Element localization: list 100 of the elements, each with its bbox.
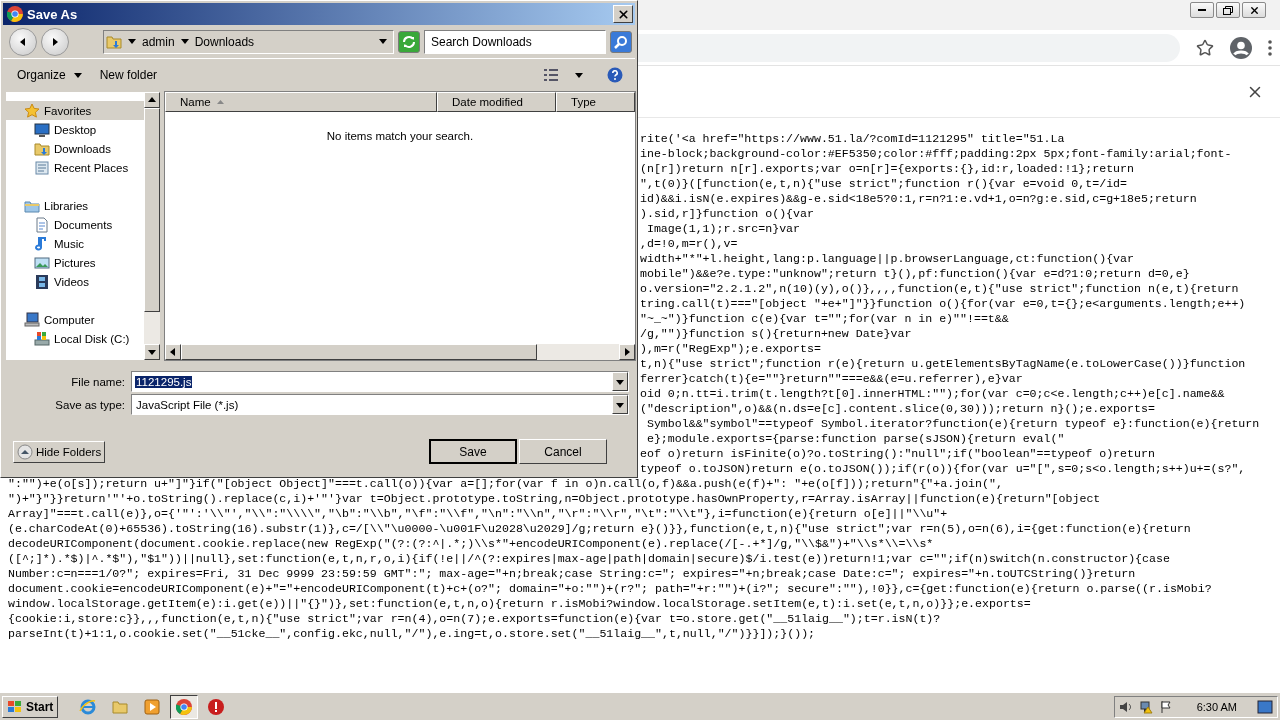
column-header[interactable]: Date modified xyxy=(437,92,556,112)
code-line: Array]"===t.call(e)},o={'"':'\\"',"\\":"\\\\","\b":"\\b","\f":"\\f","\n":"\\n","\r":"\\r","\t":"\\t"},i=function(e){return o[e]||"\\u"+ xyxy=(8,506,948,521)
code-line: e};module.exports={parse:function parse(sJSON){return eval(" xyxy=(645,431,1065,446)
star-icon xyxy=(1196,38,1214,57)
scroll-thumb[interactable] xyxy=(144,108,160,312)
profile-button[interactable] xyxy=(1230,36,1252,59)
minimize-icon xyxy=(1198,9,1206,11)
scroll-up-button[interactable] xyxy=(144,92,160,108)
column-header[interactable]: Name xyxy=(165,92,437,112)
minimize-button[interactable] xyxy=(1190,2,1214,18)
down-arrow-icon xyxy=(148,348,156,356)
scroll-left-button[interactable] xyxy=(165,344,181,360)
document-icon xyxy=(34,216,50,233)
code-line: "~_~")}function c(e){var t="";for(var n in e)""!==t&& xyxy=(640,311,1009,326)
avatar-icon xyxy=(1230,36,1252,59)
tree-item[interactable]: Favorites xyxy=(6,101,144,120)
list-view-icon xyxy=(543,68,559,82)
tree-item[interactable]: Computer xyxy=(6,310,144,329)
tree-item[interactable]: Documents xyxy=(6,215,144,234)
forward-button[interactable] xyxy=(41,27,69,56)
view-menu-button[interactable] xyxy=(575,72,583,78)
code-line: Number:c=n===1/0?"; expires=Fri, 31 Dec 9999 23:59:59 GMT":"; max-age="+n;break;case String:c="; expires="+n;break;case Date:c="; expires="+n.toUTCString()}return xyxy=(8,566,1136,581)
search-button[interactable] xyxy=(610,30,632,53)
help-button[interactable] xyxy=(607,67,623,83)
tree-item[interactable]: Pictures xyxy=(6,253,144,272)
caret-icon xyxy=(180,39,189,44)
speaker-icon[interactable] xyxy=(1118,699,1133,714)
code-line: typeof o.toJSON)return e(o.toJSON());if(r(o)){for(var u="[",s=0;s<o.length;s++)u+=(s?", xyxy=(640,461,1246,476)
picture-icon xyxy=(34,254,50,271)
dropdown-button[interactable] xyxy=(612,395,628,414)
chrome-logo-icon xyxy=(176,698,193,715)
address-field[interactable]: admin Downloads xyxy=(103,29,394,54)
tree-item[interactable]: Recent Places xyxy=(6,158,144,177)
column-header[interactable]: Type xyxy=(556,92,635,112)
tree-item[interactable]: Downloads xyxy=(6,139,144,158)
dialog-button[interactable]: Cancel xyxy=(519,439,607,464)
dropdown-button[interactable] xyxy=(612,372,628,391)
refresh-icon xyxy=(402,34,416,49)
bookmark-button[interactable] xyxy=(1196,38,1214,57)
scroll-thumb[interactable] xyxy=(181,344,537,360)
code-line: ")+"}"}}return'"'+o.toString().replace(c,i)+'"'}var t=Object.prototype.toString,n=Object.prototype.hasOwnProperty,r=Array.isArray||function(e){return"[object xyxy=(8,491,1101,506)
caret-icon xyxy=(73,72,82,78)
code-line: /g,"")}function s(){return+new Date}var xyxy=(640,326,912,341)
refresh-button[interactable] xyxy=(398,30,420,53)
toolbar-button[interactable]: New folder xyxy=(93,65,164,85)
tree-item[interactable]: Libraries xyxy=(6,196,144,215)
taskbar-app-button[interactable] xyxy=(170,694,199,719)
code-line: t,n){"use strict";function r(e){return u.getElementsByTagName(e.toLowerCase())}function xyxy=(640,356,1246,371)
close-icon xyxy=(616,7,630,21)
scroll-right-button[interactable] xyxy=(619,344,635,360)
disk-icon xyxy=(34,330,50,347)
search-field[interactable]: Search Downloads xyxy=(424,29,606,54)
code-line: width+"*"+l.height,lang:p.language||p.browserLanguage,ct:function(){var xyxy=(640,251,1134,266)
code-line: window.localStorage.getItem(e):i.get(e))||"{}")},set:function(e,t,n,o){return r.isMobi?window.localStorage.setItem(e,t):i.set(e,t,n,o)}};e.exports= xyxy=(8,596,1031,611)
menu-icon xyxy=(1268,39,1272,56)
combo-field[interactable]: JavaScript File (*.js) xyxy=(131,394,629,415)
restore-button[interactable] xyxy=(1216,2,1240,18)
combo-field[interactable]: 1121295.js xyxy=(131,371,629,392)
clock[interactable]: 6:30 AM xyxy=(1196,700,1237,713)
breadcrumb-link[interactable]: Downloads xyxy=(194,34,255,49)
view-button[interactable] xyxy=(543,68,559,82)
media-player-icon xyxy=(143,697,162,716)
vertical-scrollbar[interactable] xyxy=(144,92,160,360)
tree-item[interactable]: Local Disk (C:) xyxy=(6,329,144,348)
code-line: rite('<a href="https://www.51.la/?comId=1121295" title="51.La xyxy=(640,131,1065,146)
tree-item[interactable]: Music xyxy=(6,234,144,253)
code-line: oid 0;n.tt=i.trim(t.length?t[0].innerHTML:"");for(var c=0;c<e.length;c++)e[c].name&& xyxy=(640,386,1225,401)
film-icon xyxy=(34,273,50,290)
close-icon xyxy=(1248,4,1260,16)
tree-item[interactable]: Videos xyxy=(6,272,144,291)
code-line: decodeURIComponent(document.cookie.replace(new RegExp("(?:(?:^|.*;)\\s*"+encodeURIComponent(e).replace(/[-.+*]/g,"\\$&")+"\\s*\\=\\s* xyxy=(8,536,934,551)
code-line: ",t(0)}([function(e,t,n){"use strict";function r(){var e=void 0,t=/id= xyxy=(640,176,1128,191)
windows-logo-icon xyxy=(7,699,23,714)
restore-icon xyxy=(1223,5,1233,15)
folder-icon xyxy=(34,140,50,157)
back-button[interactable] xyxy=(9,27,37,56)
close-button[interactable] xyxy=(1242,2,1266,18)
left-arrow-icon xyxy=(169,348,177,356)
tree-item[interactable]: Desktop xyxy=(6,120,144,139)
menu-button[interactable]: Organize xyxy=(11,65,88,85)
dialog-button[interactable]: Save xyxy=(429,439,517,464)
code-line: ([^;]*).*$)|^.*$"),"$1"))||null},set:function(e,t,n,r,o,i){if(!e||/^(?:expires|max-age|path|domain|secure)$/i.test(e))return!1;var c="";if(n)switch(n.constructor){case xyxy=(8,551,1170,566)
dropdown-icon xyxy=(379,39,387,44)
code-line: ("description",o)&&(n.ds=e[c].content.slice(0,30)));return n}();e.exports= xyxy=(640,401,1155,416)
scroll-down-button[interactable] xyxy=(144,344,160,360)
breadcrumb-link[interactable]: admin xyxy=(142,34,175,49)
up-arrow-icon xyxy=(148,96,156,104)
code-line: parseInt(t)+1:1,o.cookie.set("__51cke__",config.ekc,null,"/"),e.ing=t,o.store.set("__51laig__",t,null,"/")}}]);}()); xyxy=(8,626,816,641)
flag-icon[interactable] xyxy=(1158,699,1173,714)
horizontal-scrollbar[interactable] xyxy=(165,344,635,360)
empty-message: No items match your search. xyxy=(326,130,474,142)
menu-button[interactable] xyxy=(1268,39,1272,56)
hide-folders-button[interactable]: Hide Folders xyxy=(13,440,106,463)
start-button[interactable]: Start xyxy=(2,695,59,718)
code-line: (e.charCodeAt(0)+65536).toString(16).substr(1)},c=/[\\"\u0000-\u001F\u2028\u2029]/g;return e}()}},function(e,t,n){"use strict";var r=n(5),o=n(6),i={get:function(e){return xyxy=(8,521,1191,536)
network-icon[interactable] xyxy=(1138,699,1153,714)
collapse-icon xyxy=(17,443,33,460)
field-label: Save as type: xyxy=(54,398,125,411)
sort-arrow-icon xyxy=(216,100,224,104)
show-desktop-icon[interactable] xyxy=(1257,699,1273,714)
